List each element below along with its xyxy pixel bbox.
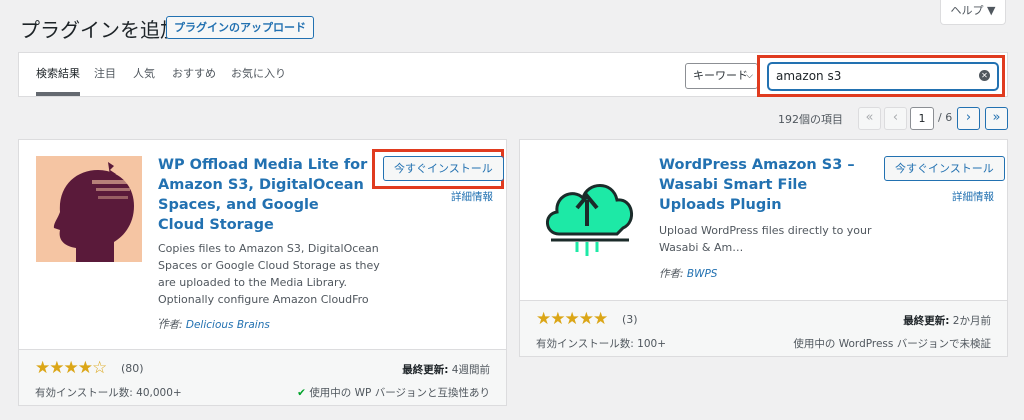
tab-featured[interactable]: 注目: [94, 53, 116, 96]
plugin-card: WP Offload Media Lite for Amazon S3, Dig…: [18, 139, 507, 406]
search-type-select[interactable]: キーワード ⌵: [685, 63, 758, 89]
first-page-button: «: [858, 107, 881, 130]
clear-icon[interactable]: ✕: [979, 70, 990, 81]
plugin-name[interactable]: WordPress Amazon S3 – Wasabi Smart File …: [659, 155, 869, 215]
plugin-author: 作者: Delicious Brains: [158, 317, 270, 332]
last-page-button[interactable]: »: [985, 107, 1008, 130]
plugin-icon-cloud[interactable]: [537, 156, 643, 262]
plugin-card-footer: ★★★★☆ (80) 有効インストール数: 40,000+ 最終更新: 4週間前…: [19, 349, 506, 405]
next-page-button[interactable]: ›: [957, 107, 980, 130]
plugin-card-footer: ★★★★★ (3) 有効インストール数: 100+ 最終更新: 2か月前 使用中…: [520, 300, 1007, 356]
last-updated-label: 最終更新:: [903, 315, 950, 327]
tab-search-results[interactable]: 検索結果: [36, 53, 80, 96]
plugin-card: WordPress Amazon S3 – Wasabi Smart File …: [519, 139, 1008, 357]
author-prefix: 作者:: [659, 268, 687, 280]
total-pages: / 6: [938, 111, 953, 124]
search-input[interactable]: amazon s3: [768, 63, 998, 90]
help-button[interactable]: ヘルプ ▼: [940, 0, 1006, 25]
author-link[interactable]: Delicious Brains: [186, 319, 270, 331]
tab-popular[interactable]: 人気: [133, 53, 155, 96]
filter-bar: 検索結果 注目 人気 おすすめ お気に入り キーワード ⌵ amazon s3 …: [18, 52, 1008, 97]
tab-recommended[interactable]: おすすめ: [172, 53, 216, 96]
star-rating: ★★★★★: [536, 309, 608, 329]
plugin-icon-head[interactable]: [36, 156, 142, 262]
cloud-upload-icon: [546, 184, 633, 256]
last-updated-value: 4週間前: [448, 364, 490, 376]
active-installs: 有効インストール数: 100+: [536, 338, 667, 350]
items-count: 192個の項目: [778, 113, 843, 126]
check-icon: ✔: [297, 387, 306, 399]
install-now-button[interactable]: 今すぐインストール: [383, 156, 504, 181]
plugin-name[interactable]: WP Offload Media Lite for Amazon S3, Dig…: [158, 155, 368, 235]
more-details-link[interactable]: 詳細情報: [952, 189, 994, 204]
compatibility: ✔ 使用中の WP バージョンと互換性あり: [297, 385, 490, 400]
rating-count: (3): [622, 313, 638, 326]
author-prefix: 作者:: [158, 319, 186, 331]
last-updated: 最終更新: 4週間前: [402, 362, 490, 377]
upload-plugin-button[interactable]: プラグインのアップロード: [166, 16, 314, 39]
search-type-label: キーワード: [693, 69, 748, 82]
plugin-author: 作者: BWPS: [659, 266, 717, 281]
star-rating: ★★★★☆: [35, 358, 107, 378]
plugin-description: Copies files to Amazon S3, DigitalOcean …: [158, 242, 380, 323]
more-details-link[interactable]: 詳細情報: [451, 189, 493, 204]
page-title: プラグインを追加: [20, 18, 180, 42]
prev-page-button: ‹: [884, 107, 907, 130]
last-updated: 最終更新: 2か月前: [903, 313, 991, 328]
author-link[interactable]: BWPS: [687, 268, 718, 280]
install-now-button[interactable]: 今すぐインストール: [884, 156, 1005, 181]
rating-count: (80): [121, 362, 144, 375]
tab-favorites[interactable]: お気に入り: [231, 53, 286, 96]
compatibility: 使用中の WordPress バージョンで未検証: [793, 338, 991, 350]
last-updated-label: 最終更新:: [402, 364, 449, 376]
plugin-description: Upload WordPress files directly to your …: [659, 224, 872, 254]
chevron-down-icon: ⌵: [746, 71, 753, 81]
current-page-input[interactable]: 1: [910, 107, 934, 130]
head-silhouette-icon: [53, 162, 134, 262]
last-updated-value: 2か月前: [949, 315, 991, 327]
active-installs: 有効インストール数: 40,000+: [35, 387, 182, 399]
compatibility-text: 使用中の WP バージョンと互換性あり: [309, 387, 490, 399]
